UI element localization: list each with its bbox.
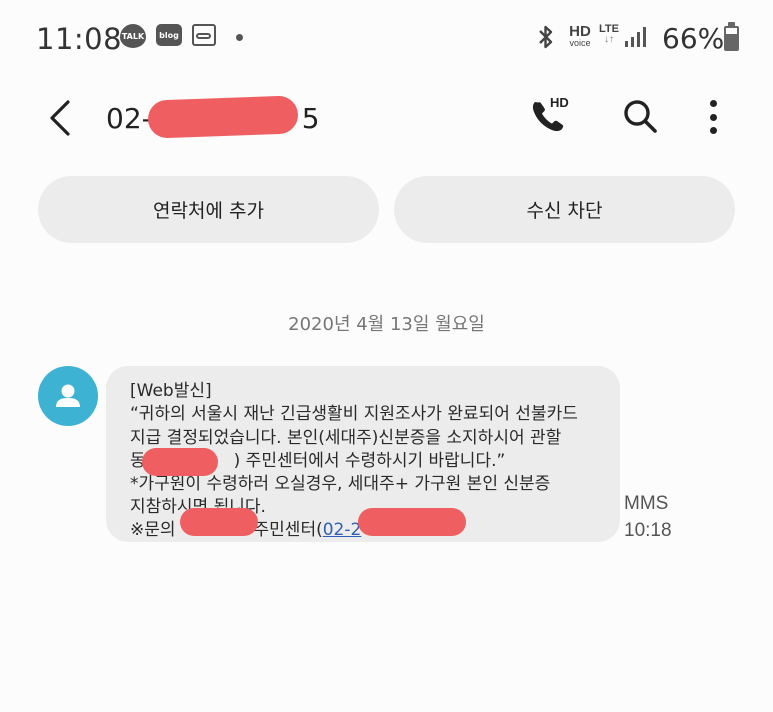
hd-call-button[interactable]: HD <box>528 94 572 136</box>
signal-icon <box>624 26 648 48</box>
more-options-button[interactable] <box>700 98 726 136</box>
add-to-contacts-button[interactable]: 연락처에 추가 <box>38 176 379 243</box>
message-line: [Web발신] <box>130 381 212 401</box>
phone-link[interactable]: 02-2 <box>323 520 362 540</box>
date-separator: 2020년 4월 13일 월요일 <box>288 314 485 335</box>
more-options-icon <box>709 100 717 107</box>
back-arrow-icon <box>50 100 70 136</box>
contact-avatar[interactable] <box>38 366 98 426</box>
lte-icon: LTE ↓↑ <box>599 23 619 45</box>
redaction-mark <box>358 508 466 536</box>
battery-percentage: 66% <box>662 22 725 55</box>
blog-icon: blog <box>156 24 182 46</box>
redaction-mark <box>147 95 299 139</box>
redaction-mark <box>142 448 218 476</box>
more-notifications-dot-icon <box>236 34 243 41</box>
message-line: “귀하의 서울시 재난 긴급생활비 지원조사가 완료되어 선불카드 <box>130 404 578 424</box>
redaction-mark <box>180 508 258 536</box>
status-time: 11:08 <box>36 22 123 56</box>
hd-voice-icon: HD voice <box>569 23 591 48</box>
bluetooth-icon <box>536 24 556 56</box>
kakaotalk-icon: TALK <box>120 24 146 48</box>
voicemail-icon <box>192 24 216 46</box>
search-icon <box>624 100 657 133</box>
person-icon <box>56 384 80 407</box>
message-meta: MMS 10:18 <box>624 490 672 544</box>
back-button[interactable] <box>40 96 80 140</box>
message-line: 지급 결정되었습니다. 본인(세대주)신분증을 소지하시어 관할 <box>130 428 562 448</box>
svg-text:HD: HD <box>550 95 569 110</box>
message-type: MMS <box>624 493 669 514</box>
battery-icon <box>724 22 739 51</box>
status-bar: 11:08 TALK blog HD voice LTE ↓↑ 66% <box>0 0 773 80</box>
search-button[interactable] <box>622 98 658 134</box>
hd-call-icon: HD <box>532 95 569 132</box>
message-time: 10:18 <box>624 520 672 541</box>
block-number-button[interactable]: 수신 차단 <box>394 176 735 243</box>
